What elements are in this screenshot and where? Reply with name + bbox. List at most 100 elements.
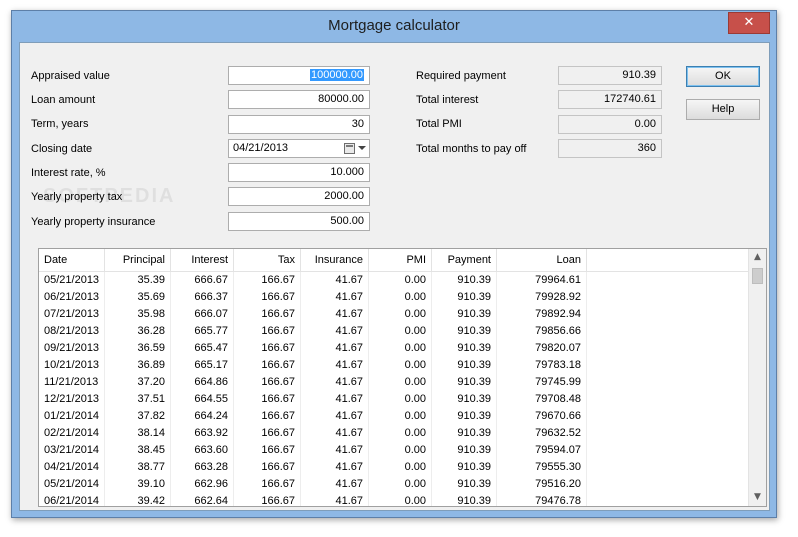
table-row[interactable]: 10/21/2013 36.89 665.17 166.67 41.67 0.00 910.…	[39, 357, 749, 374]
table-cell: 0.00	[369, 391, 432, 408]
table-cell: 79594.07	[497, 442, 587, 459]
scrollbar-thumb[interactable]	[752, 268, 763, 284]
amortization-table[interactable]: Date Principal Interest Tax Insurance PMI Paym…	[38, 248, 767, 507]
table-cell: 79516.20	[497, 476, 587, 493]
title-bar[interactable]: Mortgage calculator ✕	[12, 11, 776, 43]
total-interest-label: Total interest	[416, 94, 479, 106]
table-cell: 10/21/2013	[39, 357, 105, 374]
table-cell: 666.37	[171, 289, 234, 306]
table-cell: 79964.61	[497, 272, 587, 289]
table-header: Date Principal Interest Tax Insurance PMI Paym…	[39, 249, 749, 272]
column-header[interactable]: Payment	[432, 249, 497, 271]
column-header[interactable]: Insurance	[301, 249, 369, 271]
mortgage-calculator-window: Mortgage calculator ✕ SOFTPEDIA Appraise…	[11, 10, 777, 518]
table-row[interactable]: 06/21/2013 35.69 666.37 166.67 41.67 0.00 910.…	[39, 289, 749, 306]
table-cell: 0.00	[369, 272, 432, 289]
yearly-property-tax-label: Yearly property tax	[31, 191, 123, 203]
table-body: 05/21/2013 35.39 666.67 166.67 41.67 0.00 910.…	[39, 272, 749, 506]
table-row[interactable]: 03/21/2014 38.45 663.60 166.67 41.67 0.00 910.…	[39, 442, 749, 459]
table-row[interactable]: 05/21/2013 35.39 666.67 166.67 41.67 0.00 910.…	[39, 272, 749, 289]
table-cell: 665.17	[171, 357, 234, 374]
table-cell: 38.77	[105, 459, 171, 476]
interest-rate-input[interactable]: 10.000	[228, 163, 370, 182]
table-cell: 910.39	[432, 374, 497, 391]
table-cell: 910.39	[432, 391, 497, 408]
table-cell: 0.00	[369, 289, 432, 306]
column-header[interactable]: Interest	[171, 249, 234, 271]
table-cell: 41.67	[301, 476, 369, 493]
table-row[interactable]: 02/21/2014 38.14 663.92 166.67 41.67 0.00 910.…	[39, 425, 749, 442]
table-cell: 08/21/2013	[39, 323, 105, 340]
table-cell: 04/21/2014	[39, 459, 105, 476]
column-header[interactable]: Principal	[105, 249, 171, 271]
table-cell: 910.39	[432, 306, 497, 323]
table-cell: 09/21/2013	[39, 340, 105, 357]
column-header[interactable]: Tax	[234, 249, 301, 271]
table-cell: 01/21/2014	[39, 408, 105, 425]
table-cell: 79745.99	[497, 374, 587, 391]
yearly-property-tax-input[interactable]: 2000.00	[228, 187, 370, 206]
table-cell: 663.60	[171, 442, 234, 459]
table-cell: 166.67	[234, 340, 301, 357]
loan-amount-input[interactable]: 80000.00	[228, 90, 370, 109]
term-years-label: Term, years	[31, 118, 89, 130]
table-cell: 12/21/2013	[39, 391, 105, 408]
table-cell: 0.00	[369, 340, 432, 357]
column-header[interactable]: PMI	[369, 249, 432, 271]
total-pmi-value: 0.00	[558, 115, 662, 134]
term-years-input[interactable]: 30	[228, 115, 370, 134]
table-row[interactable]: 11/21/2013 37.20 664.86 166.67 41.67 0.00 910.…	[39, 374, 749, 391]
table-cell: 37.20	[105, 374, 171, 391]
column-header[interactable]: Loan	[497, 249, 587, 271]
table-cell: 36.59	[105, 340, 171, 357]
scroll-down-icon[interactable]: ▼	[749, 489, 766, 506]
table-cell: 79892.94	[497, 306, 587, 323]
table-cell: 166.67	[234, 306, 301, 323]
column-header[interactable]: Date	[39, 249, 105, 271]
total-interest-value: 172740.61	[558, 90, 662, 109]
closing-date-picker[interactable]: 04/21/2013	[228, 139, 370, 158]
table-row[interactable]: 06/21/2014 39.42 662.64 166.67 41.67 0.00 910.…	[39, 493, 749, 506]
table-cell: 11/21/2013	[39, 374, 105, 391]
table-cell: 38.45	[105, 442, 171, 459]
required-payment-value: 910.39	[558, 66, 662, 85]
table-cell: 41.67	[301, 442, 369, 459]
table-cell: 166.67	[234, 289, 301, 306]
table-row[interactable]: 04/21/2014 38.77 663.28 166.67 41.67 0.00 910.…	[39, 459, 749, 476]
table-cell: 0.00	[369, 306, 432, 323]
table-cell: 79856.66	[497, 323, 587, 340]
table-cell: 79555.30	[497, 459, 587, 476]
close-button[interactable]: ✕	[728, 12, 770, 34]
table-cell: 41.67	[301, 272, 369, 289]
table-row[interactable]: 12/21/2013 37.51 664.55 166.67 41.67 0.00 910.…	[39, 391, 749, 408]
table-cell: 166.67	[234, 323, 301, 340]
table-cell: 166.67	[234, 408, 301, 425]
table-row[interactable]: 01/21/2014 37.82 664.24 166.67 41.67 0.00 910.…	[39, 408, 749, 425]
scroll-up-icon[interactable]: ▲	[749, 249, 766, 266]
ok-button[interactable]: OK	[686, 66, 760, 87]
table-cell: 41.67	[301, 306, 369, 323]
table-row[interactable]: 09/21/2013 36.59 665.47 166.67 41.67 0.00 910.…	[39, 340, 749, 357]
table-cell: 41.67	[301, 493, 369, 506]
table-cell: 0.00	[369, 476, 432, 493]
table-cell: 41.67	[301, 323, 369, 340]
table-cell: 79928.92	[497, 289, 587, 306]
chevron-down-icon[interactable]	[358, 146, 366, 150]
table-row[interactable]: 08/21/2013 36.28 665.77 166.67 41.67 0.00 910.…	[39, 323, 749, 340]
table-row[interactable]: 07/21/2013 35.98 666.07 166.67 41.67 0.00 910.…	[39, 306, 749, 323]
yearly-property-insurance-label: Yearly property insurance	[31, 216, 156, 228]
appraised-value-text: 100000.00	[310, 69, 364, 81]
appraised-value-input[interactable]: 100000.00	[228, 66, 370, 85]
required-payment-label: Required payment	[416, 70, 506, 82]
table-cell: 02/21/2014	[39, 425, 105, 442]
calendar-icon[interactable]	[344, 143, 355, 154]
table-cell: 664.55	[171, 391, 234, 408]
help-button[interactable]: Help	[686, 99, 760, 120]
yearly-property-insurance-input[interactable]: 500.00	[228, 212, 370, 231]
table-cell: 910.39	[432, 272, 497, 289]
vertical-scrollbar[interactable]: ▲ ▼	[748, 249, 766, 506]
table-cell: 166.67	[234, 442, 301, 459]
table-cell: 166.67	[234, 357, 301, 374]
table-cell: 06/21/2013	[39, 289, 105, 306]
table-row[interactable]: 05/21/2014 39.10 662.96 166.67 41.67 0.00 910.…	[39, 476, 749, 493]
